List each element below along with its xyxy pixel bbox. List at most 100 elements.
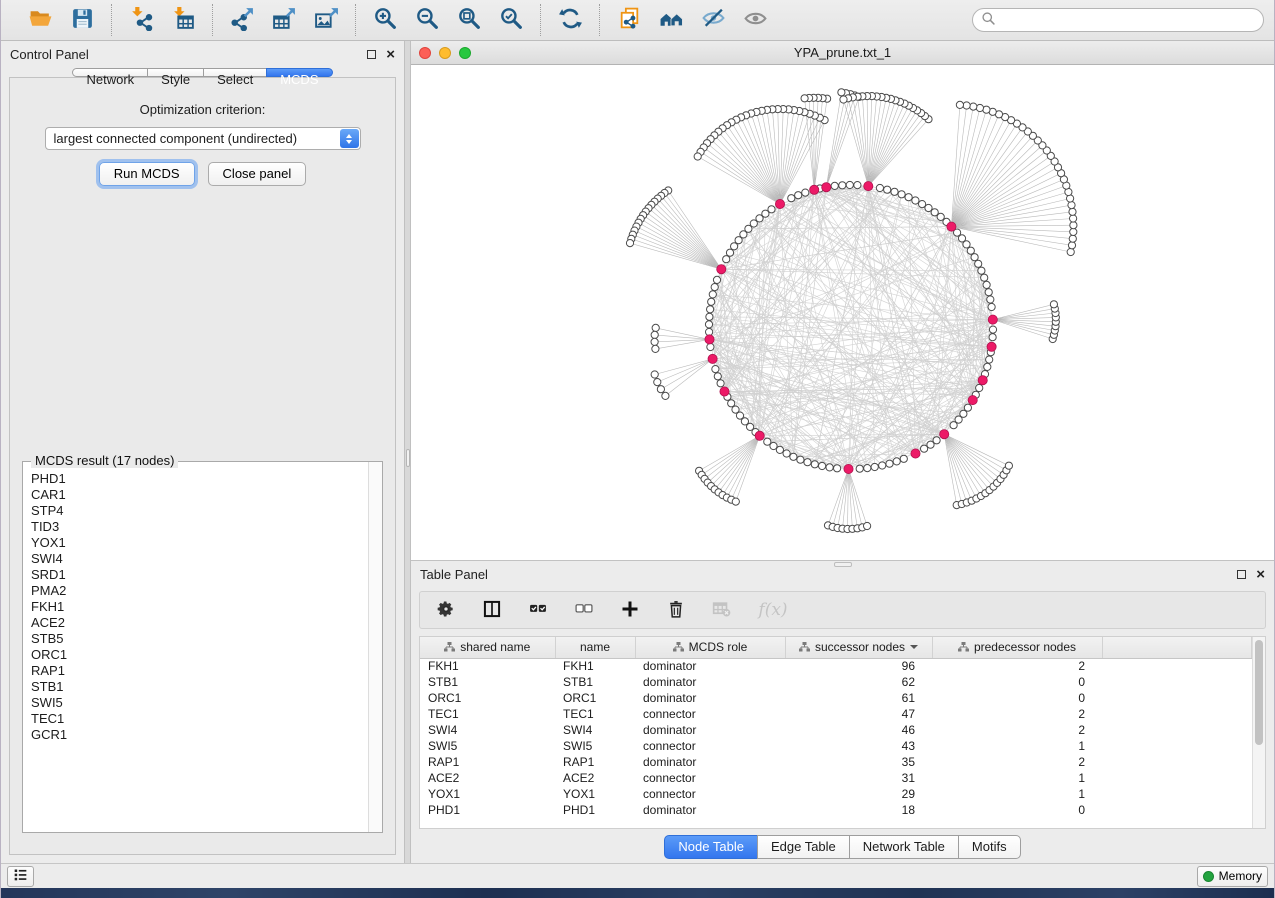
table-cell[interactable]: 31 <box>785 770 932 786</box>
mcds-node-item[interactable]: GCR1 <box>31 727 360 743</box>
import-table-button[interactable] <box>164 4 202 36</box>
close-table-panel-icon[interactable]: × <box>1256 567 1265 582</box>
table-cell[interactable]: 1 <box>932 770 1102 786</box>
table-cell[interactable]: 1 <box>932 786 1102 802</box>
table-cell[interactable]: ACE2 <box>420 770 555 786</box>
close-panel-button[interactable]: Close panel <box>208 162 307 186</box>
table-cell[interactable]: SWI4 <box>420 722 555 738</box>
column-header-shared-name[interactable]: shared name <box>420 637 555 658</box>
table-cell[interactable]: YOX1 <box>555 786 635 802</box>
table-cell[interactable]: ORC1 <box>420 690 555 706</box>
select-all-rows-button[interactable] <box>526 598 550 622</box>
table-scrollbar[interactable] <box>1252 637 1265 828</box>
table-cell[interactable]: 43 <box>785 738 932 754</box>
duplicate-network-button[interactable] <box>610 4 648 36</box>
sort-chevron-icon[interactable] <box>910 645 918 649</box>
horizontal-splitter-grip[interactable] <box>834 562 852 567</box>
table-row[interactable]: ORC1ORC1dominator610 <box>420 690 1252 706</box>
mcds-result-scrollbar[interactable] <box>368 462 382 832</box>
table-cell[interactable]: 2 <box>932 754 1102 770</box>
tab-motifs[interactable]: Motifs <box>958 835 1021 859</box>
table-row[interactable]: SWI5SWI5connector431 <box>420 738 1252 754</box>
export-image-button[interactable] <box>307 4 345 36</box>
table-cell[interactable]: FKH1 <box>555 658 635 674</box>
open-file-button[interactable] <box>21 4 59 36</box>
zoom-out-button[interactable] <box>408 4 446 36</box>
table-cell[interactable]: 62 <box>785 674 932 690</box>
table-cell[interactable]: 0 <box>932 690 1102 706</box>
table-cell[interactable]: SWI4 <box>555 722 635 738</box>
table-cell[interactable]: STB1 <box>555 674 635 690</box>
close-panel-icon[interactable]: × <box>386 47 395 62</box>
mcds-node-item[interactable]: PHD1 <box>31 471 360 487</box>
mcds-node-item[interactable]: FKH1 <box>31 599 360 615</box>
mcds-node-item[interactable]: TID3 <box>31 519 360 535</box>
export-table-button[interactable] <box>265 4 303 36</box>
table-cell[interactable]: 61 <box>785 690 932 706</box>
delete-column-button[interactable] <box>664 598 688 622</box>
table-row[interactable]: PHD1PHD1dominator180 <box>420 802 1252 818</box>
mcds-node-item[interactable]: ACE2 <box>31 615 360 631</box>
table-cell[interactable]: SWI5 <box>555 738 635 754</box>
column-header-name[interactable]: name <box>555 637 635 658</box>
hide-selected-button[interactable] <box>694 4 732 36</box>
table-cell[interactable]: dominator <box>635 658 785 674</box>
save-session-button[interactable] <box>63 4 101 36</box>
float-table-panel-icon[interactable] <box>1237 570 1246 579</box>
mcds-node-item[interactable]: STB1 <box>31 679 360 695</box>
mcds-node-item[interactable]: SRD1 <box>31 567 360 583</box>
table-cell[interactable]: dominator <box>635 722 785 738</box>
table-cell[interactable]: dominator <box>635 802 785 818</box>
delete-table-button[interactable] <box>710 598 734 622</box>
deselect-all-rows-button[interactable] <box>572 598 596 622</box>
tab-select[interactable]: Select <box>203 68 267 77</box>
table-cell[interactable]: 29 <box>785 786 932 802</box>
table-scrollbar-thumb[interactable] <box>1255 640 1263 745</box>
tab-edge-table[interactable]: Edge Table <box>757 835 850 859</box>
search-input[interactable] <box>996 13 1255 27</box>
table-cell[interactable]: connector <box>635 770 785 786</box>
table-cell[interactable]: TEC1 <box>555 706 635 722</box>
table-cell[interactable]: YOX1 <box>420 786 555 802</box>
tab-mcds[interactable]: MCDS <box>266 68 332 77</box>
node-table[interactable]: shared namenameMCDS rolesuccessor nodesp… <box>420 637 1252 818</box>
table-cell[interactable]: ORC1 <box>555 690 635 706</box>
tab-node-table[interactable]: Node Table <box>664 835 758 859</box>
column-header-MCDS-role[interactable]: MCDS role <box>635 637 785 658</box>
table-cell[interactable]: 0 <box>932 674 1102 690</box>
zoom-in-button[interactable] <box>366 4 404 36</box>
table-cell[interactable]: 2 <box>932 722 1102 738</box>
show-all-button[interactable] <box>736 4 774 36</box>
mcds-node-item[interactable]: ORC1 <box>31 647 360 663</box>
table-cell[interactable]: TEC1 <box>420 706 555 722</box>
table-cell[interactable]: dominator <box>635 690 785 706</box>
table-cell[interactable]: dominator <box>635 674 785 690</box>
table-cell[interactable]: 0 <box>932 802 1102 818</box>
table-cell[interactable]: 1 <box>932 738 1102 754</box>
tab-network[interactable]: Network <box>72 68 148 77</box>
zoom-selected-button[interactable] <box>492 4 530 36</box>
vertical-splitter[interactable] <box>404 41 411 863</box>
table-cell[interactable]: PHD1 <box>555 802 635 818</box>
table-row[interactable]: TEC1TEC1connector472 <box>420 706 1252 722</box>
table-cell[interactable]: dominator <box>635 754 785 770</box>
mcds-node-item[interactable]: RAP1 <box>31 663 360 679</box>
mcds-result-list[interactable]: PHD1CAR1STP4TID3YOX1SWI4SRD1PMA2FKH1ACE2… <box>23 462 368 832</box>
export-network-button[interactable] <box>223 4 261 36</box>
table-cell[interactable]: 47 <box>785 706 932 722</box>
show-columns-button[interactable] <box>480 598 504 622</box>
table-cell[interactable]: 18 <box>785 802 932 818</box>
table-row[interactable]: ACE2ACE2connector311 <box>420 770 1252 786</box>
network-graph[interactable] <box>411 65 1274 560</box>
table-row[interactable]: FKH1FKH1dominator962 <box>420 658 1252 674</box>
refresh-layout-button[interactable] <box>551 4 589 36</box>
import-network-button[interactable] <box>122 4 160 36</box>
table-cell[interactable]: RAP1 <box>555 754 635 770</box>
table-cell[interactable]: STB1 <box>420 674 555 690</box>
tab-network-table[interactable]: Network Table <box>849 835 959 859</box>
search-box[interactable] <box>972 8 1264 32</box>
add-column-button[interactable] <box>618 598 642 622</box>
first-neighbors-button[interactable] <box>652 4 690 36</box>
column-header-successor-nodes[interactable]: successor nodes <box>785 637 932 658</box>
splitter-grip[interactable] <box>406 449 410 467</box>
